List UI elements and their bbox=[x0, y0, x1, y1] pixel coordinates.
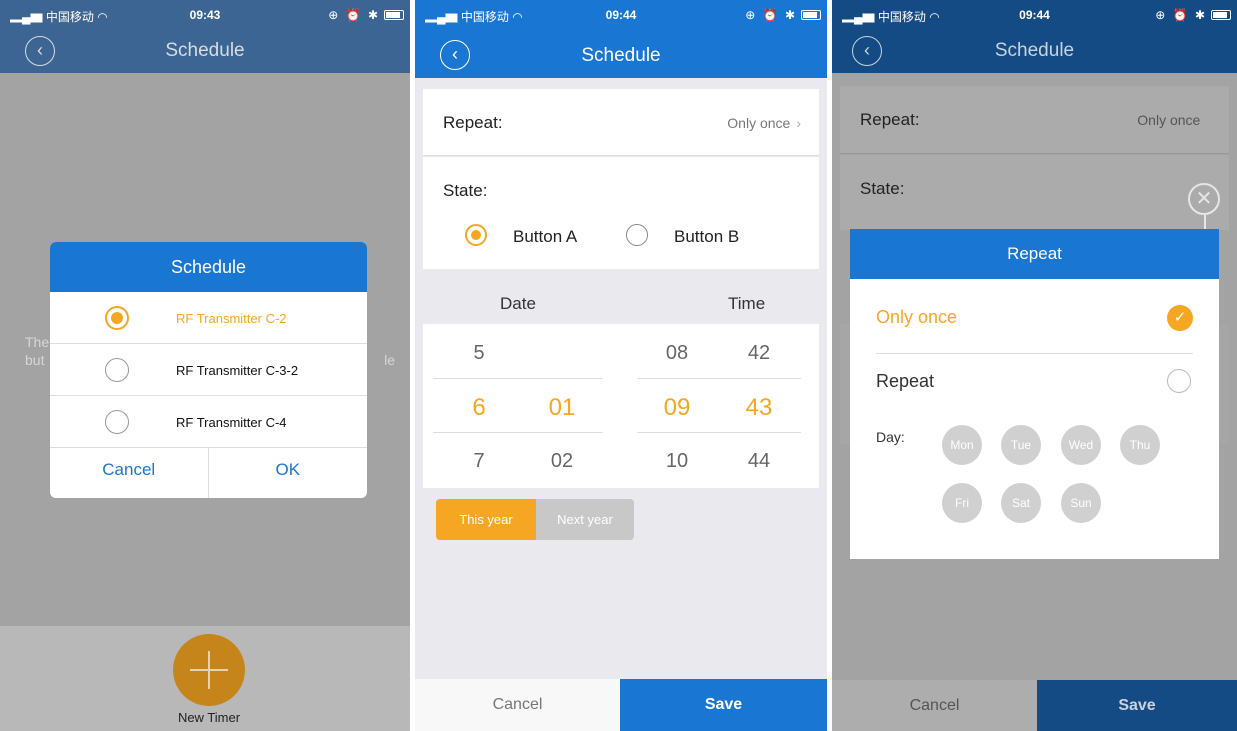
picker-minute-selected[interactable]: 43 bbox=[729, 394, 789, 422]
status-bar: ▂▄▆ 中国移动 ◠ 09:44 ⊕ ⏰ ✱ bbox=[832, 0, 1237, 30]
time-header: Time bbox=[728, 294, 766, 313]
day-chip-sun[interactable]: Sun bbox=[1061, 483, 1101, 523]
save-button[interactable]: Save bbox=[620, 679, 827, 731]
picker-month[interactable]: 02 bbox=[532, 450, 592, 473]
nav-bar: ▂▄▆ 中国移动 ◠ 09:43 ⊕ ⏰ ✱ ‹ Schedule bbox=[0, 0, 410, 73]
radio-empty-icon[interactable] bbox=[1167, 369, 1191, 393]
only-once-option[interactable]: Only once bbox=[876, 307, 957, 328]
picker-day[interactable]: 5 bbox=[449, 342, 509, 365]
status-icons: ⊕ ⏰ ✱ bbox=[1155, 8, 1207, 22]
screen-schedule-edit: ▂▄▆ 中国移动 ◠ 09:44 ⊕ ⏰ ✱ ‹ Schedule Repeat… bbox=[415, 0, 827, 731]
cancel-button[interactable]: Cancel bbox=[50, 448, 209, 498]
device-select-dialog: Schedule RF Transmitter C-2 RF Transmitt… bbox=[50, 242, 367, 498]
status-bar: ▂▄▆ 中国移动 ◠ 09:43 ⊕ ⏰ ✱ bbox=[0, 0, 410, 30]
nav-bar: ▂▄▆ 中国移动 ◠ 09:44 ⊕ ⏰ ✱ ‹ Schedule bbox=[415, 0, 827, 78]
new-timer-button[interactable] bbox=[173, 634, 245, 706]
next-year-button[interactable]: Next year bbox=[536, 499, 634, 540]
status-bar: ▂▄▆ 中国移动 ◠ 09:44 ⊕ ⏰ ✱ bbox=[415, 0, 827, 30]
cancel-button[interactable]: Cancel bbox=[832, 680, 1037, 731]
radio-selected-icon[interactable] bbox=[465, 224, 487, 246]
day-chip-fri[interactable]: Fri bbox=[942, 483, 982, 523]
radio-empty-icon[interactable] bbox=[105, 410, 129, 434]
day-chip-mon[interactable]: Mon bbox=[942, 425, 982, 465]
dialog-title: Schedule bbox=[50, 242, 367, 292]
repeat-dialog: Repeat Only once ✓ Repeat Day: Mon Tue W… bbox=[850, 229, 1219, 559]
picker-day[interactable]: 7 bbox=[449, 450, 509, 473]
nav-bar: ▂▄▆ 中国移动 ◠ 09:44 ⊕ ⏰ ✱ ‹ Schedule bbox=[832, 0, 1237, 73]
close-icon[interactable]: ✕ bbox=[1188, 183, 1220, 229]
radio-selected-icon[interactable] bbox=[105, 306, 129, 330]
dialog-title: Repeat bbox=[850, 229, 1219, 279]
bottom-action-bar: Cancel Save bbox=[415, 679, 827, 731]
page-title: Schedule bbox=[165, 40, 245, 61]
button-b-option[interactable]: Button B bbox=[674, 227, 739, 247]
picker-minute[interactable]: 44 bbox=[729, 450, 789, 473]
this-year-button[interactable]: This year bbox=[436, 499, 536, 540]
day-chip-thu[interactable]: Thu bbox=[1120, 425, 1160, 465]
chevron-right-icon: › bbox=[1206, 112, 1211, 128]
bottom-action-bar: Cancel Save bbox=[832, 680, 1237, 731]
day-chip-wed[interactable]: Wed bbox=[1061, 425, 1101, 465]
checkmark-icon[interactable]: ✓ bbox=[1167, 305, 1193, 331]
button-a-option[interactable]: Button A bbox=[513, 227, 577, 247]
device-option[interactable]: RF Transmitter C-3-2 bbox=[50, 344, 367, 396]
page-title: Schedule bbox=[581, 45, 661, 66]
battery-icon bbox=[801, 10, 821, 20]
battery-icon bbox=[384, 10, 404, 20]
battery-icon bbox=[1211, 10, 1231, 20]
day-chip-sat[interactable]: Sat bbox=[1001, 483, 1041, 523]
status-icons: ⊕ ⏰ ✱ bbox=[328, 8, 380, 22]
dialog-actions: Cancel OK bbox=[50, 448, 367, 498]
repeat-row[interactable]: Repeat: Only once › bbox=[840, 86, 1229, 154]
new-timer-label: New Timer bbox=[177, 710, 241, 725]
state-card: State: Button A Button B bbox=[423, 157, 819, 269]
status-icons: ⊕ ⏰ ✱ bbox=[745, 8, 797, 22]
cancel-button[interactable]: Cancel bbox=[415, 679, 620, 731]
device-option[interactable]: RF Transmitter C-4 bbox=[50, 396, 367, 448]
save-button[interactable]: Save bbox=[1037, 680, 1237, 731]
picker-month-selected[interactable]: 01 bbox=[532, 394, 592, 422]
picker-hour[interactable]: 08 bbox=[647, 342, 707, 365]
date-time-picker[interactable]: 5 6 7 01 02 08 09 10 42 43 44 bbox=[423, 324, 819, 488]
chevron-right-icon: › bbox=[796, 115, 801, 131]
device-option[interactable]: RF Transmitter C-2 bbox=[50, 292, 367, 344]
screen-repeat-dialog: ▂▄▆ 中国移动 ◠ 09:44 ⊕ ⏰ ✱ ‹ Schedule Repeat… bbox=[832, 0, 1237, 731]
ok-button[interactable]: OK bbox=[209, 448, 368, 498]
radio-empty-icon[interactable] bbox=[105, 358, 129, 382]
picker-hour[interactable]: 10 bbox=[647, 450, 707, 473]
picker-minute[interactable]: 42 bbox=[729, 342, 789, 365]
day-chip-tue[interactable]: Tue bbox=[1001, 425, 1041, 465]
screen-select-device: ▂▄▆ 中国移动 ◠ 09:43 ⊕ ⏰ ✱ ‹ Schedule The le … bbox=[0, 0, 410, 731]
day-label: Day: bbox=[876, 429, 905, 445]
radio-empty-icon[interactable] bbox=[626, 224, 648, 246]
repeat-option[interactable]: Repeat bbox=[876, 371, 934, 392]
picker-hour-selected[interactable]: 09 bbox=[647, 394, 707, 422]
page-title: Schedule bbox=[994, 40, 1075, 61]
picker-day-selected[interactable]: 6 bbox=[449, 394, 509, 422]
repeat-row[interactable]: Repeat: Only once › bbox=[423, 89, 819, 156]
state-card: State: bbox=[840, 155, 1229, 230]
date-header: Date bbox=[500, 294, 536, 313]
